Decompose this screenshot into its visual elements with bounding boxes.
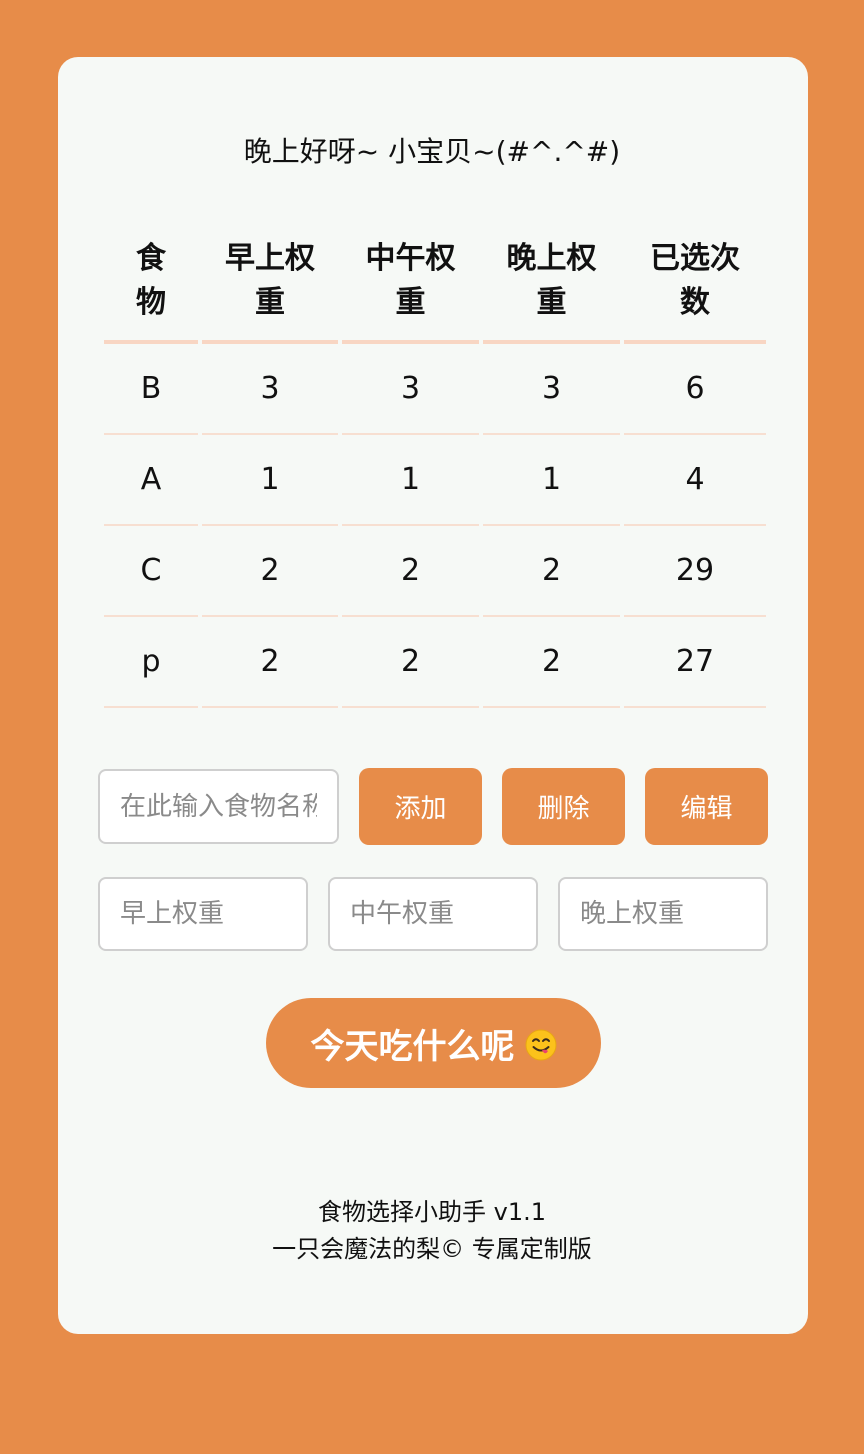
cell-noon-weight: 3	[342, 344, 479, 435]
cell-noon-weight: 2	[342, 617, 479, 708]
cell-selected-count: 27	[624, 617, 766, 708]
add-button[interactable]: 添加	[359, 768, 482, 845]
column-header-food: 食物	[104, 222, 198, 344]
cell-morning-weight: 3	[202, 344, 338, 435]
yum-face-icon	[525, 1029, 557, 1061]
cell-selected-count: 29	[624, 526, 766, 617]
footer-credit: 一只会魔法的梨© 专属定制版	[272, 1235, 592, 1263]
cell-evening-weight: 2	[483, 526, 620, 617]
food-name-input[interactable]	[98, 769, 339, 844]
cell-food: B	[104, 344, 198, 435]
column-header-morning-weight: 早上权重	[202, 222, 338, 344]
table-row[interactable]: C 2 2 2 29	[104, 526, 766, 617]
cell-morning-weight: 2	[202, 526, 338, 617]
column-header-evening-weight: 晚上权重	[483, 222, 620, 344]
cell-selected-count: 6	[624, 344, 766, 435]
noon-weight-input[interactable]	[328, 877, 538, 951]
footer-version: 食物选择小助手 v1.1	[318, 1198, 546, 1226]
what-to-eat-label: 今天吃什么呢	[310, 1026, 515, 1067]
delete-button[interactable]: 删除	[502, 768, 625, 845]
what-to-eat-button[interactable]: 今天吃什么呢	[266, 998, 601, 1088]
food-table: 食物 早上权重 中午权重 晚上权重 已选次数 B 3 3 3 6 A 1 1 1…	[100, 222, 770, 708]
cell-morning-weight: 1	[202, 435, 338, 526]
table-row[interactable]: B 3 3 3 6	[104, 344, 766, 435]
cell-evening-weight: 2	[483, 617, 620, 708]
cell-food: p	[104, 617, 198, 708]
cell-food: C	[104, 526, 198, 617]
column-header-noon-weight: 中午权重	[342, 222, 479, 344]
morning-weight-input[interactable]	[98, 877, 308, 951]
cell-evening-weight: 3	[483, 344, 620, 435]
cell-selected-count: 4	[624, 435, 766, 526]
edit-button[interactable]: 编辑	[645, 768, 768, 845]
cell-noon-weight: 2	[342, 526, 479, 617]
column-header-selected-count: 已选次数	[624, 222, 766, 344]
table-row[interactable]: A 1 1 1 4	[104, 435, 766, 526]
table-header-row: 食物 早上权重 中午权重 晚上权重 已选次数	[104, 222, 766, 344]
table-row[interactable]: p 2 2 2 27	[104, 617, 766, 708]
cell-morning-weight: 2	[202, 617, 338, 708]
greeting-text: 晚上好呀~ 小宝贝~(#^.^#)	[243, 135, 621, 168]
cell-noon-weight: 1	[342, 435, 479, 526]
cell-food: A	[104, 435, 198, 526]
evening-weight-input[interactable]	[558, 877, 768, 951]
cell-evening-weight: 1	[483, 435, 620, 526]
